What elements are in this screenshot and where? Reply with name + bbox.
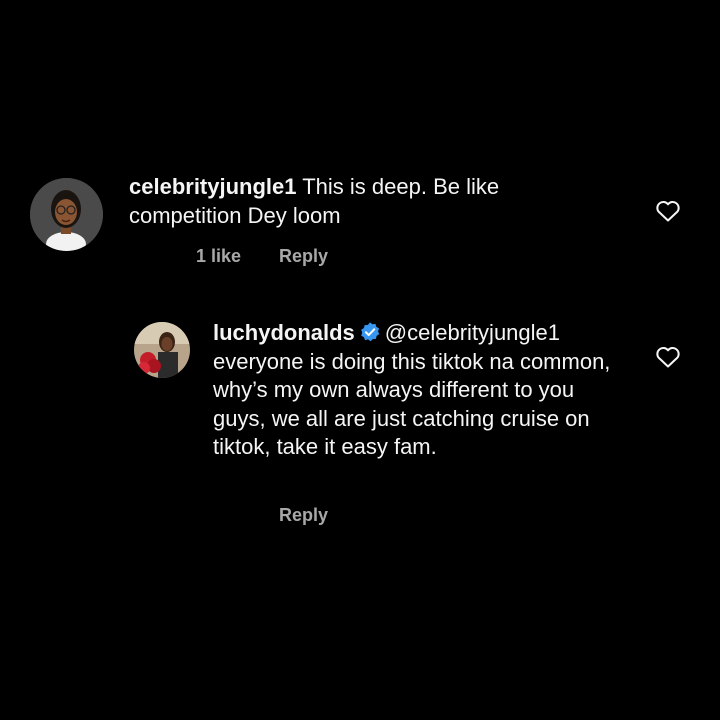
heart-icon[interactable]: [655, 345, 681, 369]
comment-body: luchydonalds @celebrityjungle1 everyone …: [213, 319, 618, 462]
mention-link[interactable]: @celebrityjungle1: [385, 320, 560, 345]
like-count[interactable]: 1 like: [196, 246, 241, 266]
comment-text: everyone is doing this tiktok na common,…: [213, 348, 611, 460]
comment-meta: Reply: [279, 505, 366, 526]
avatar[interactable]: [134, 322, 190, 378]
verified-badge-icon: [360, 322, 379, 342]
username[interactable]: luchydonalds: [213, 320, 355, 345]
avatar[interactable]: [30, 178, 103, 251]
reply-button[interactable]: Reply: [279, 246, 328, 266]
heart-icon[interactable]: [655, 199, 681, 223]
username[interactable]: celebrityjungle1: [129, 174, 297, 199]
reply-button[interactable]: Reply: [279, 505, 328, 525]
comment-body: celebrityjungle1 This is deep. Be like c…: [129, 173, 569, 230]
comment-meta: 1 like Reply: [196, 246, 366, 267]
